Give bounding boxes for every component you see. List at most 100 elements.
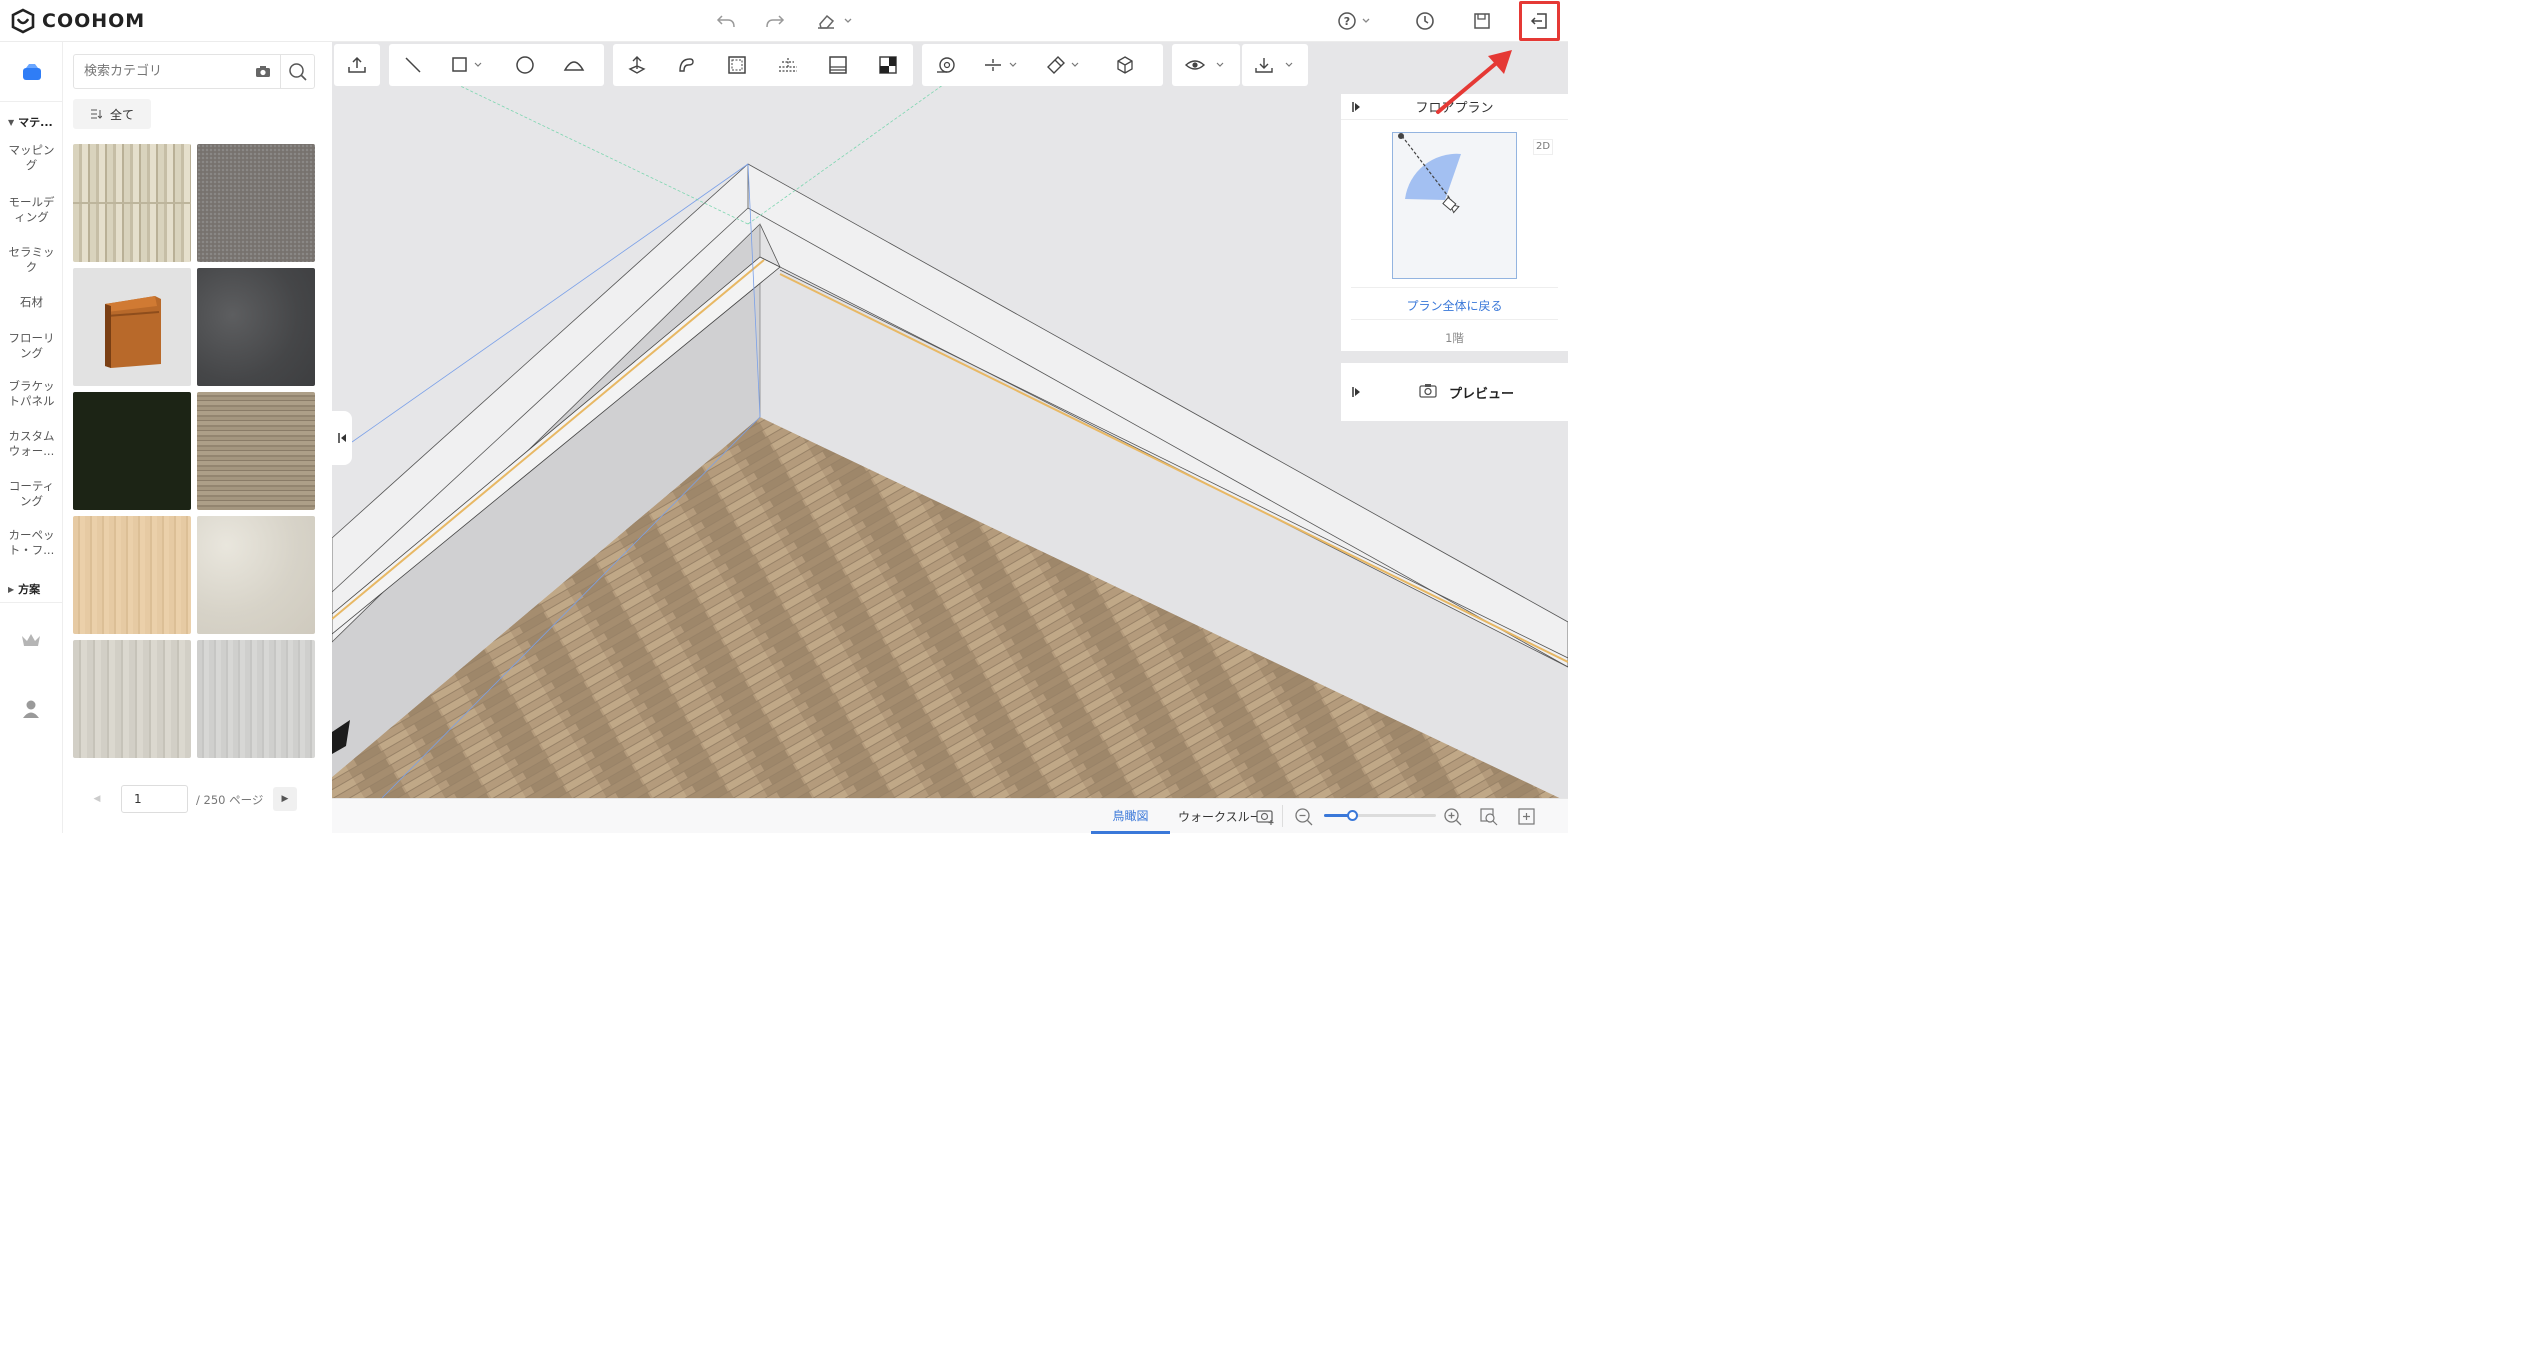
material-tile-marble[interactable] bbox=[197, 516, 315, 634]
arc-tool-icon[interactable] bbox=[551, 44, 597, 86]
zoom-slider[interactable] bbox=[1324, 810, 1436, 821]
bottom-bar: 鳥瞰図 ウォークスルー bbox=[332, 798, 1568, 834]
material-panel: 全て ◀ 1 / 250 ページ ▶ bbox=[64, 42, 384, 833]
toolgroup-upload bbox=[334, 44, 380, 86]
layout-tool-icon[interactable] bbox=[863, 44, 913, 86]
exit-highlight-box bbox=[1519, 1, 1560, 41]
panel-tool-icon[interactable] bbox=[813, 44, 863, 86]
upload-icon[interactable] bbox=[334, 44, 380, 86]
mode-2d-toggle[interactable]: 2D bbox=[1533, 139, 1553, 155]
material-tile-maple[interactable] bbox=[73, 516, 191, 634]
svg-text:?: ? bbox=[1344, 15, 1350, 28]
cube-tool-icon[interactable] bbox=[1094, 44, 1156, 86]
rail-item-carpet[interactable]: カーペット・フ... bbox=[0, 528, 63, 558]
caret-down-icon: ▼ bbox=[8, 117, 15, 127]
all-filter-button[interactable]: 全て bbox=[73, 99, 151, 129]
zoom-in-icon[interactable] bbox=[1443, 807, 1463, 827]
back-to-plan-link[interactable]: プラン全体に戻る bbox=[1351, 287, 1558, 314]
undo-icon[interactable] bbox=[713, 8, 739, 34]
floor-selector[interactable]: 1階 bbox=[1351, 319, 1558, 346]
circle-tool-icon[interactable] bbox=[499, 44, 551, 86]
zoom-slider-handle[interactable] bbox=[1347, 810, 1358, 821]
download-icon[interactable] bbox=[1242, 44, 1308, 86]
preview-label: プレビュー bbox=[1449, 387, 1515, 402]
section-plan[interactable]: ▶ 方案 bbox=[0, 581, 63, 597]
section-material[interactable]: ▼ マテ... bbox=[0, 114, 63, 130]
material-tile-gray-oak[interactable] bbox=[197, 392, 315, 510]
material-tile-light-gray[interactable] bbox=[197, 640, 315, 758]
camera-search-icon[interactable] bbox=[246, 55, 280, 88]
zoom-fit-icon[interactable] bbox=[1479, 807, 1499, 827]
user-icon[interactable] bbox=[21, 699, 41, 719]
prev-page-button[interactable]: ◀ bbox=[85, 787, 109, 811]
crown-icon[interactable] bbox=[20, 632, 42, 648]
toolgroup-edit bbox=[613, 44, 913, 86]
search-box bbox=[73, 54, 315, 89]
search-input[interactable] bbox=[74, 55, 246, 88]
next-page-button[interactable]: ▶ bbox=[273, 787, 297, 811]
all-filter-label: 全て bbox=[109, 107, 134, 122]
caret-right-icon: ▶ bbox=[8, 584, 15, 594]
collapse-left-icon bbox=[337, 432, 347, 444]
search-button[interactable] bbox=[280, 55, 314, 88]
screenshot-icon[interactable] bbox=[1256, 808, 1276, 825]
material-tile-concrete[interactable] bbox=[197, 268, 315, 386]
logo-text: COOHOM bbox=[42, 10, 146, 32]
visibility-icon[interactable] bbox=[1172, 44, 1240, 86]
collapse-panel-button[interactable] bbox=[332, 411, 352, 465]
fullscreen-icon[interactable] bbox=[1517, 807, 1537, 827]
toolgroup-view bbox=[1172, 44, 1240, 86]
paint-tool-icon[interactable] bbox=[1032, 44, 1094, 86]
rectangle-tool-icon[interactable] bbox=[437, 44, 499, 86]
material-tile-molding[interactable] bbox=[73, 268, 191, 386]
section-plan-label: 方案 bbox=[18, 583, 41, 596]
toolgroup-export bbox=[1242, 44, 1308, 86]
align-tool-icon[interactable] bbox=[970, 44, 1032, 86]
search-icon bbox=[288, 62, 308, 82]
floorplan-widget: フロアプラン 2D プラン全体に戻る 1階 bbox=[1341, 94, 1568, 351]
camera-marker-icon bbox=[1442, 196, 1460, 214]
category-rail: ▼ マテ... マッピング モールディング セラミック 石材 フローリング ブラ… bbox=[0, 42, 63, 833]
material-grid bbox=[73, 144, 317, 758]
floorplan-minimap[interactable] bbox=[1392, 132, 1517, 279]
help-icon[interactable]: ? bbox=[1336, 8, 1376, 34]
zoom-out-icon[interactable] bbox=[1294, 807, 1314, 827]
rail-item-ceramic[interactable]: セラミック bbox=[0, 245, 63, 275]
material-tile-dark-green[interactable] bbox=[73, 392, 191, 510]
tape-measure-icon[interactable] bbox=[922, 44, 970, 86]
toolgroup-draw bbox=[389, 44, 604, 86]
expand-preview-icon[interactable] bbox=[1352, 386, 1362, 398]
coohom-logo-icon bbox=[10, 8, 36, 34]
rail-item-coating[interactable]: コーティング bbox=[0, 479, 63, 509]
section-material-label: マテ... bbox=[18, 116, 53, 129]
history-icon[interactable] bbox=[1412, 8, 1438, 34]
save-icon[interactable] bbox=[1469, 8, 1495, 34]
material-tile-white-ash[interactable] bbox=[73, 640, 191, 758]
logo[interactable]: COOHOM bbox=[10, 8, 145, 34]
line-tool-icon[interactable] bbox=[389, 44, 437, 86]
rail-item-custom-wall[interactable]: カスタムウォー... bbox=[0, 429, 63, 459]
tab-birdseye[interactable]: 鳥瞰図 bbox=[1091, 799, 1170, 834]
rail-item-flooring[interactable]: フローリング bbox=[0, 331, 63, 361]
annotation-arrow-icon bbox=[1436, 50, 1512, 114]
catalog-box-icon bbox=[21, 63, 43, 81]
rail-item-molding[interactable]: モールディング bbox=[0, 195, 63, 225]
array-tool-icon[interactable] bbox=[763, 44, 813, 86]
material-tile-carpet[interactable] bbox=[197, 144, 315, 262]
toolgroup-measure bbox=[922, 44, 1163, 86]
rail-item-stone[interactable]: 石材 bbox=[0, 295, 63, 310]
catalog-tab[interactable] bbox=[0, 42, 63, 102]
sort-icon bbox=[90, 109, 102, 119]
sweep-tool-icon[interactable] bbox=[661, 44, 711, 86]
redo-icon[interactable] bbox=[762, 8, 788, 34]
move-tool-icon[interactable] bbox=[613, 44, 661, 86]
rail-item-bracket-panel[interactable]: ブラケットパネル bbox=[0, 379, 63, 409]
page-number-input[interactable]: 1 bbox=[121, 785, 188, 813]
frame-tool-icon[interactable] bbox=[711, 44, 763, 86]
camera-icon bbox=[1419, 383, 1437, 398]
expand-right-icon[interactable] bbox=[1352, 101, 1362, 113]
rail-item-mapping[interactable]: マッピング bbox=[0, 143, 63, 173]
preview-widget[interactable]: プレビュー bbox=[1341, 363, 1568, 421]
material-tile-birch[interactable] bbox=[73, 144, 191, 262]
eraser-icon[interactable] bbox=[812, 8, 856, 34]
